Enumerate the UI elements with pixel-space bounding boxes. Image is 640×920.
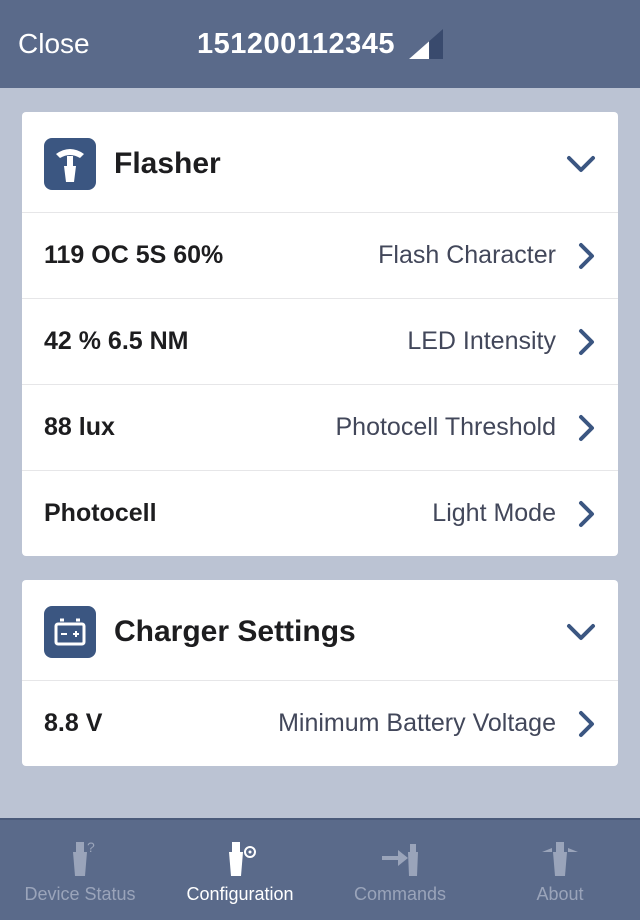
chevron-right-icon xyxy=(578,710,596,738)
chevron-down-icon xyxy=(566,154,596,174)
tab-label: About xyxy=(536,884,583,905)
flasher-card: Flasher 119 OC 5S 60% Flash Character 42… xyxy=(22,112,618,556)
header-title-wrap: 151200112345 xyxy=(197,28,443,61)
tab-label: Commands xyxy=(354,884,446,905)
configuration-icon xyxy=(220,836,260,880)
close-button[interactable]: Close xyxy=(18,28,90,60)
row-label: LED Intensity xyxy=(203,327,564,356)
row-label: Photocell Threshold xyxy=(129,413,564,442)
row-label: Light Mode xyxy=(171,499,564,528)
row-led-intensity[interactable]: 42 % 6.5 NM LED Intensity xyxy=(22,298,618,384)
chevron-right-icon xyxy=(578,328,596,356)
row-label: Flash Character xyxy=(237,241,564,270)
tab-about[interactable]: About xyxy=(480,820,640,920)
row-label: Minimum Battery Voltage xyxy=(116,709,564,738)
flasher-card-title: Flasher xyxy=(114,147,548,181)
tab-label: Configuration xyxy=(186,884,293,905)
row-value: 42 % 6.5 NM xyxy=(44,327,189,356)
chevron-right-icon xyxy=(578,414,596,442)
charger-card-header[interactable]: Charger Settings xyxy=(22,580,618,680)
chevron-right-icon xyxy=(578,242,596,270)
about-icon xyxy=(536,836,584,880)
header-bar: Close 151200112345 xyxy=(0,0,640,88)
row-value: Photocell xyxy=(44,499,157,528)
flasher-icon xyxy=(44,138,96,190)
row-light-mode[interactable]: Photocell Light Mode xyxy=(22,470,618,556)
flasher-card-header[interactable]: Flasher xyxy=(22,112,618,212)
device-id: 151200112345 xyxy=(197,28,395,61)
battery-icon xyxy=(44,606,96,658)
tab-label: Device Status xyxy=(24,884,135,905)
tab-bar: ? Device Status Configuration Commands A… xyxy=(0,818,640,920)
row-value: 119 OC 5S 60% xyxy=(44,241,223,270)
chevron-right-icon xyxy=(578,500,596,528)
charger-card: Charger Settings 8.8 V Minimum Battery V… xyxy=(22,580,618,766)
row-value: 8.8 V xyxy=(44,709,102,738)
tab-device-status[interactable]: ? Device Status xyxy=(0,820,160,920)
device-status-icon: ? xyxy=(63,836,97,880)
tab-configuration[interactable]: Configuration xyxy=(160,820,320,920)
chevron-down-icon xyxy=(566,622,596,642)
svg-text:?: ? xyxy=(87,839,95,855)
row-min-battery-voltage[interactable]: 8.8 V Minimum Battery Voltage xyxy=(22,680,618,766)
row-value: 88 lux xyxy=(44,413,115,442)
content-scroll[interactable]: Flasher 119 OC 5S 60% Flash Character 42… xyxy=(0,88,640,818)
commands-icon xyxy=(378,836,422,880)
tab-commands[interactable]: Commands xyxy=(320,820,480,920)
row-photocell-threshold[interactable]: 88 lux Photocell Threshold xyxy=(22,384,618,470)
charger-card-title: Charger Settings xyxy=(114,615,548,649)
signal-icon xyxy=(409,29,443,59)
row-flash-character[interactable]: 119 OC 5S 60% Flash Character xyxy=(22,212,618,298)
